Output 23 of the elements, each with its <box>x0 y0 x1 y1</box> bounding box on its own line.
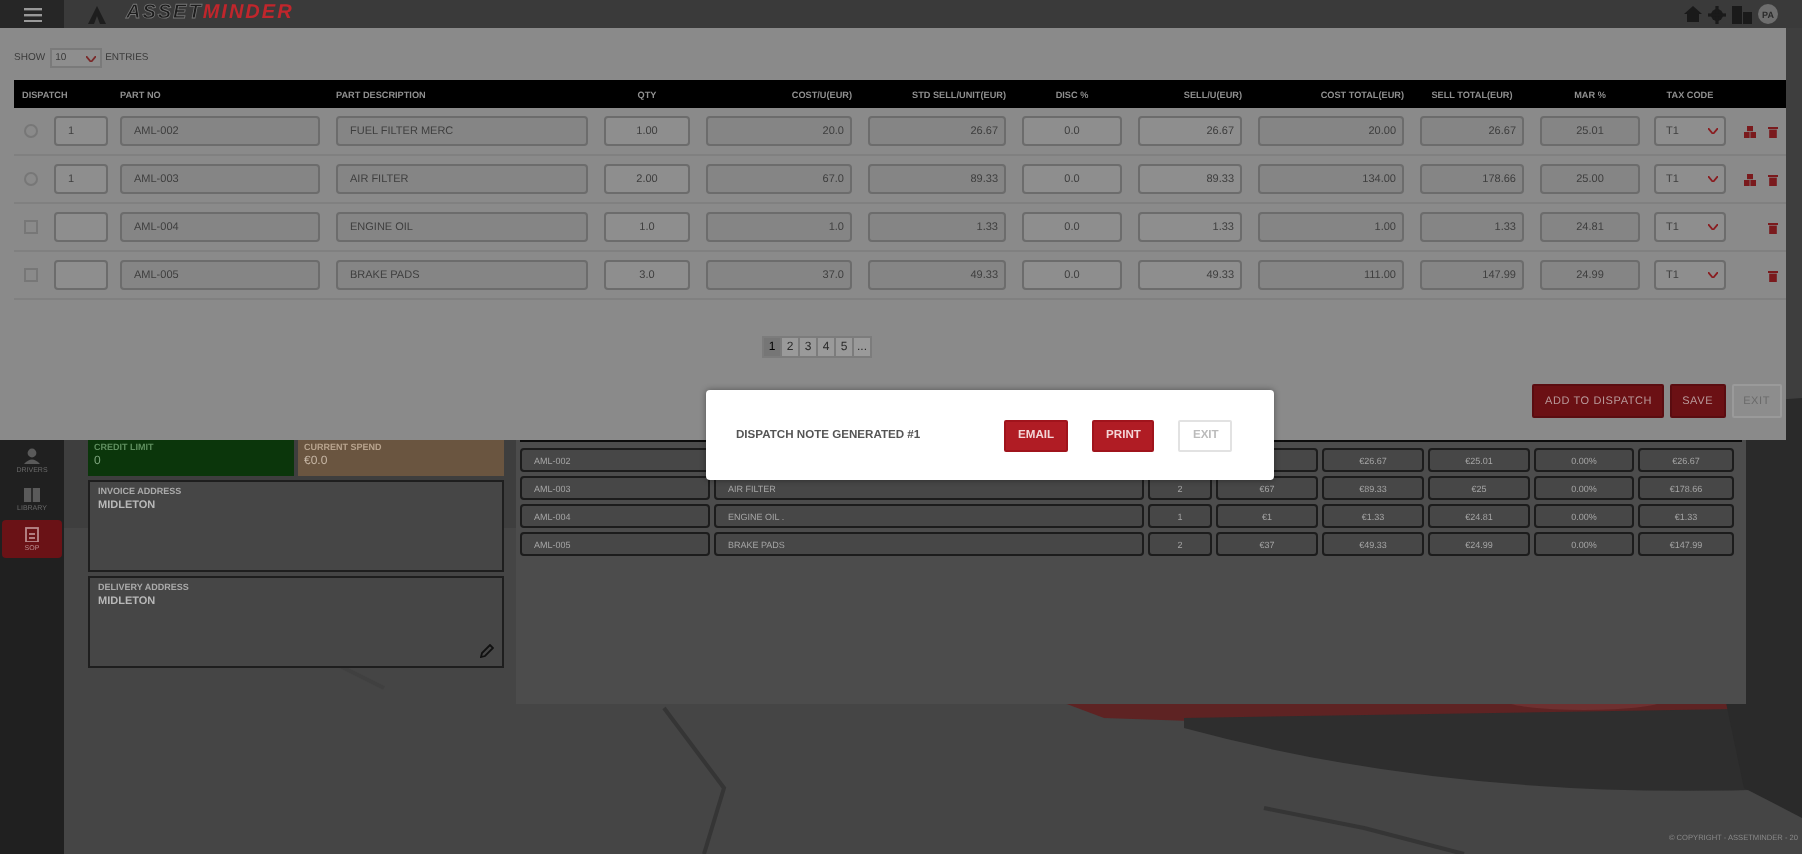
trash-icon[interactable] <box>1768 173 1778 185</box>
boxes-icon[interactable] <box>1744 125 1756 137</box>
pencil-icon[interactable] <box>480 644 494 658</box>
settings-icon[interactable] <box>1708 5 1726 23</box>
caret-icon <box>1708 128 1718 134</box>
home-icon[interactable] <box>1684 6 1702 22</box>
caret-icon <box>1708 224 1718 230</box>
logo-icon <box>88 5 106 23</box>
caret-icon <box>1708 176 1718 182</box>
menu-icon[interactable] <box>23 7 41 21</box>
book-icon <box>24 486 40 502</box>
clipboard-icon <box>24 526 40 542</box>
input-field[interactable] <box>54 212 108 242</box>
trash-icon[interactable] <box>1768 269 1778 281</box>
logo-text: ASSETMINDER <box>126 2 294 26</box>
boxes-icon[interactable] <box>1744 173 1756 185</box>
trash-icon[interactable] <box>1768 125 1778 137</box>
building-icon[interactable] <box>1732 5 1752 23</box>
input-field[interactable] <box>54 260 108 290</box>
trash-icon[interactable] <box>1768 221 1778 233</box>
person-icon <box>24 448 40 464</box>
caret-icon <box>85 55 96 61</box>
caret-icon <box>1708 272 1718 278</box>
